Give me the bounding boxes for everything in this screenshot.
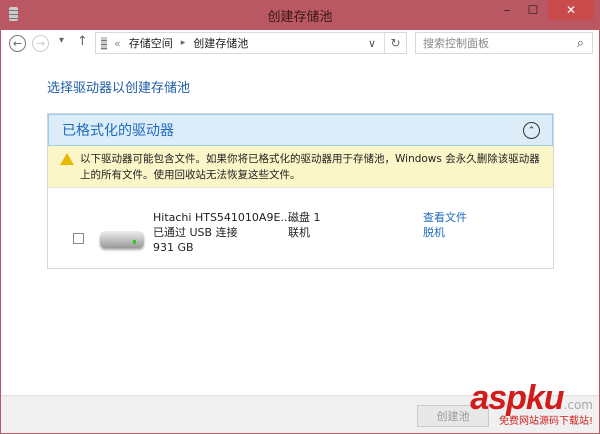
search-input[interactable]: 搜索控制面板 ⌕ <box>415 32 593 54</box>
page-heading: 选择驱动器以创建存储池 <box>47 81 191 96</box>
title-bar: 创建存储池 – ☐ ✕ <box>0 0 600 30</box>
refresh-button[interactable]: ↻ <box>384 33 406 53</box>
drive-size: 931 GB <box>153 241 194 254</box>
address-path[interactable]: « 存储空间 ▸ 创建存储池 ∨ ↻ <box>95 32 407 54</box>
drive-status: 联机 <box>288 226 310 239</box>
close-button[interactable]: ✕ <box>548 0 594 20</box>
group-header[interactable]: 已格式化的驱动器 ⌃ <box>48 114 553 146</box>
maximize-button[interactable]: ☐ <box>520 0 546 20</box>
crumb-arrow-icon[interactable]: ▸ <box>181 38 186 48</box>
disk-number: 磁盘 1 <box>288 211 321 224</box>
warning-icon <box>60 153 74 165</box>
drive-name: Hitachi HTS541010A9E... <box>153 211 291 224</box>
offline-link[interactable]: 脱机 <box>423 225 467 240</box>
storage-icon <box>9 7 18 21</box>
formatted-drives-group: 已格式化的驱动器 ⌃ 以下驱动器可能包含文件。如果你将已格式化的驱动器用于存储池… <box>47 113 554 269</box>
warning-text: 以下驱动器可能包含文件。如果你将已格式化的驱动器用于存储池，Windows 会永… <box>80 153 540 181</box>
drive-checkbox[interactable] <box>73 233 84 244</box>
view-files-link[interactable]: 查看文件 <box>423 210 467 225</box>
forward-button[interactable]: → <box>32 35 49 52</box>
footer: 创建池 aspku.com 免费网站源码下载站! <box>1 379 599 433</box>
crumb-storage-spaces[interactable]: 存储空间 <box>129 35 173 51</box>
hard-drive-icon <box>100 231 144 248</box>
address-bar: ← → ▾ ↑ « 存储空间 ▸ 创建存储池 ∨ ↻ 搜索控制面板 ⌕ <box>1 30 599 56</box>
window-title: 创建存储池 <box>267 9 333 25</box>
recent-dropdown[interactable]: ▾ <box>59 35 64 46</box>
search-icon[interactable]: ⌕ <box>577 36 584 51</box>
drive-connection: 已通过 USB 连接 <box>153 226 238 239</box>
up-button[interactable]: ↑ <box>77 34 88 49</box>
collapse-icon[interactable]: ⌃ <box>523 122 540 139</box>
group-title: 已格式化的驱动器 <box>62 123 174 139</box>
crumb-overflow[interactable]: « <box>114 37 121 50</box>
crumb-create-pool[interactable]: 创建存储池 <box>193 35 248 51</box>
storage-icon <box>101 36 107 50</box>
create-pool-button[interactable]: 创建池 <box>417 405 489 427</box>
warning-banner: 以下驱动器可能包含文件。如果你将已格式化的驱动器用于存储池，Windows 会永… <box>48 146 553 188</box>
back-button[interactable]: ← <box>9 35 26 52</box>
minimize-button[interactable]: – <box>494 0 520 20</box>
search-placeholder: 搜索控制面板 <box>423 37 489 50</box>
history-dropdown[interactable]: ∨ <box>368 37 376 50</box>
drive-row: Hitachi HTS541010A9E... 已通过 USB 连接 931 G… <box>48 188 553 268</box>
